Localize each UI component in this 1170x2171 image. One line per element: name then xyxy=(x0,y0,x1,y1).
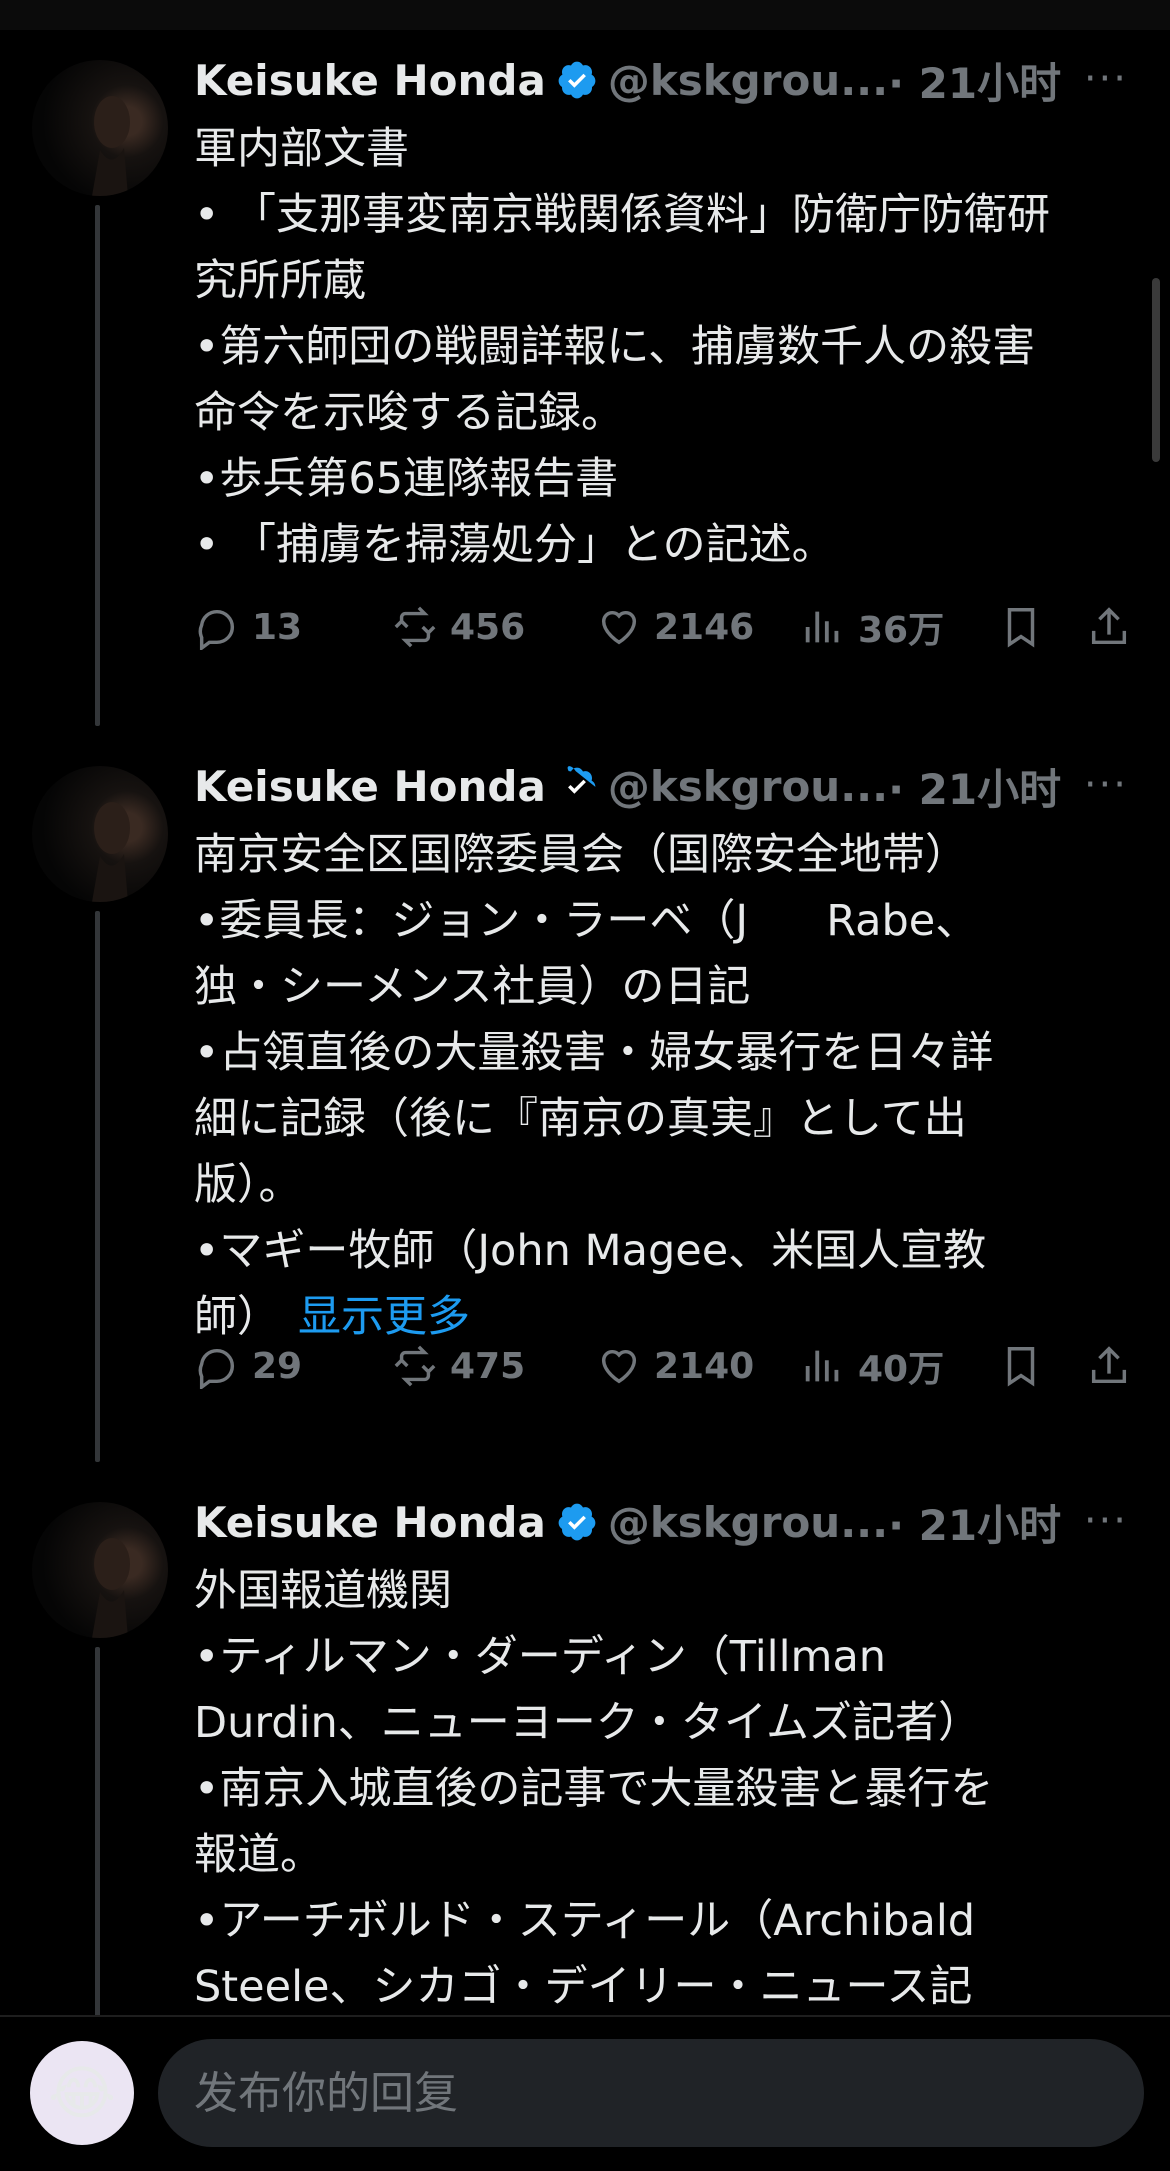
author-name[interactable]: Keisuke Honda xyxy=(194,762,546,811)
tweet-text-line: 軍内部文書 xyxy=(194,124,409,174)
tweet-text-line: 南京安全区国際委員会（国際安全地帯） xyxy=(194,830,968,880)
avatar[interactable] xyxy=(32,766,168,902)
tweet-header: Keisuke Honda @kskgrou... · 21小时 xyxy=(194,756,1144,816)
share-icon xyxy=(1091,1346,1127,1384)
views-icon xyxy=(805,611,839,643)
reply-button[interactable]: 13 xyxy=(194,604,302,650)
reply-icon xyxy=(198,1348,234,1389)
tweet-thread: Keisuke Honda @kskgrou... · 21小时 ··· 軍内部… xyxy=(0,30,1170,2015)
avatar[interactable] xyxy=(32,1502,168,1638)
tweet-text-line: •マギー牧師（John Magee、米国人宣教 xyxy=(194,1226,987,1276)
views-icon xyxy=(805,1350,839,1382)
verified-icon xyxy=(558,61,596,99)
share-icon xyxy=(1091,607,1127,645)
verified-icon xyxy=(558,1503,596,1541)
repost-icon xyxy=(394,606,436,648)
reply-count: 13 xyxy=(252,606,303,648)
tweet-text-line: 独・シーメンス社員）の日記 xyxy=(194,962,751,1012)
views-button[interactable]: 40万 xyxy=(800,1340,944,1392)
tweet-text-line: •歩兵第65連隊報告書 xyxy=(194,454,619,504)
like-button[interactable]: 2140 xyxy=(596,1343,754,1389)
tweet[interactable]: Keisuke Honda @kskgrou... · 21小时 ··· 南京安… xyxy=(0,736,1170,1472)
tweet-text-line: •委員長：ジョン・ラーベ（J Rabe、 xyxy=(194,896,979,946)
tweet-actions: 13 456 2146 36万 xyxy=(194,595,1144,659)
top-status-bar xyxy=(0,0,1170,30)
tweet-text-line: 報道。 xyxy=(194,1830,323,1880)
bookmark-icon xyxy=(1007,1347,1035,1387)
author-name[interactable]: Keisuke Honda xyxy=(194,56,546,105)
tweet-header: Keisuke Honda @kskgrou... · 21小时 xyxy=(194,50,1144,110)
verified-icon xyxy=(567,766,596,794)
tweet-text-line: • 「捕虜を掃蕩処分」との記述。 xyxy=(194,520,835,570)
emoji-button[interactable]: 😂 xyxy=(30,2041,134,2145)
like-icon xyxy=(601,1349,637,1384)
scrollbar[interactable] xyxy=(1152,278,1160,462)
author-handle[interactable]: @kskgrou... xyxy=(608,56,888,105)
bookmark-button[interactable] xyxy=(998,604,1056,650)
tweet-text-line: •占領直後の大量殺害・婦女暴行を日々詳 xyxy=(194,1028,994,1078)
repost-button[interactable]: 456 xyxy=(392,604,525,650)
tweet[interactable]: Keisuke Honda @kskgrou... · 21小时 ··· 外国報… xyxy=(0,1472,1170,2015)
views-count: 40万 xyxy=(858,1349,945,1390)
tweet-actions: 29 475 2140 40万 xyxy=(194,1334,1144,1398)
tweet-text-line: •南京入城直後の記事で大量殺害と暴行を xyxy=(194,1764,994,1814)
tweet-text-line: 細に記録（後に『南京の真実』として出 xyxy=(194,1094,967,1144)
share-button[interactable] xyxy=(1086,604,1144,650)
views-count: 36万 xyxy=(858,610,945,651)
repost-count: 475 xyxy=(450,1345,526,1387)
repost-count: 456 xyxy=(450,606,526,648)
tweet-text: 南京安全区国際委員会（国際安全地帯） •委員長：ジョン・ラーベ（J Rabe、 … xyxy=(194,822,1144,1350)
reply-icon xyxy=(198,609,234,650)
repost-button[interactable]: 475 xyxy=(392,1343,525,1389)
share-button[interactable] xyxy=(1086,1343,1144,1389)
author-name[interactable]: Keisuke Honda xyxy=(194,1498,546,1547)
like-count: 2140 xyxy=(654,1345,755,1387)
tweet-header: Keisuke Honda @kskgrou... · 21小时 xyxy=(194,1492,1144,1552)
avatar[interactable] xyxy=(32,60,168,196)
reply-composer: 😂 xyxy=(0,2015,1170,2171)
tweet-text-line: • 「支那事変南京戦関係資料」防衛庁防衛研 xyxy=(194,190,1051,240)
author-handle[interactable]: @kskgrou... xyxy=(608,762,888,811)
timestamp[interactable]: · 21小时 xyxy=(888,50,1061,111)
like-count: 2146 xyxy=(654,606,755,648)
tweet-text-line: •ティルマン・ダーディン（Tillman xyxy=(194,1632,887,1682)
tweet-text-line: Steele、シカゴ・デイリー・ニュース記 xyxy=(194,1962,973,2012)
bookmark-button[interactable] xyxy=(998,1343,1056,1389)
reply-count: 29 xyxy=(252,1345,303,1387)
timestamp[interactable]: · 21小时 xyxy=(888,756,1061,817)
thread-connector xyxy=(95,911,100,1462)
more-options-icon[interactable]: ··· xyxy=(1084,762,1128,808)
timestamp[interactable]: · 21小时 xyxy=(888,1492,1061,1553)
thread-connector xyxy=(95,205,100,726)
bookmark-icon xyxy=(1007,608,1035,648)
tweet[interactable]: Keisuke Honda @kskgrou... · 21小时 ··· 軍内部… xyxy=(0,30,1170,736)
tweet-text: 外国報道機関 •ティルマン・ダーディン（Tillman Durdin、ニューヨー… xyxy=(194,1558,1144,2015)
like-icon xyxy=(601,610,637,645)
reply-input[interactable] xyxy=(194,2067,1094,2119)
more-options-icon[interactable]: ··· xyxy=(1084,1498,1128,1544)
author-handle[interactable]: @kskgrou... xyxy=(608,1498,888,1547)
tweet-text-line: •第六師団の戦闘詳報に、捕虜数千人の殺害 xyxy=(194,322,1036,372)
like-button[interactable]: 2146 xyxy=(596,604,754,650)
tweet-text: 軍内部文書 • 「支那事変南京戦関係資料」防衛庁防衛研 究所所蔵 •第六師団の戦… xyxy=(194,116,1144,578)
tweet-text-line: Durdin、ニューヨーク・タイムズ記者） xyxy=(194,1698,982,1748)
thread-connector xyxy=(95,1647,100,2015)
more-options-icon[interactable]: ··· xyxy=(1084,56,1128,102)
views-button[interactable]: 36万 xyxy=(800,601,944,653)
tweet-text-line: 版）。 xyxy=(194,1160,302,1210)
tweet-text-line: 究所所蔵 xyxy=(194,256,366,306)
reply-button[interactable]: 29 xyxy=(194,1343,302,1389)
repost-icon xyxy=(394,1345,436,1387)
tweet-text-line: 命令を示唆する記録。 xyxy=(194,388,624,438)
tweet-text-line: 外国報道機関 xyxy=(194,1566,452,1616)
tweet-text-line: •アーチボルド・スティール（Archibald xyxy=(194,1896,976,1946)
reply-input-container[interactable] xyxy=(158,2039,1144,2147)
